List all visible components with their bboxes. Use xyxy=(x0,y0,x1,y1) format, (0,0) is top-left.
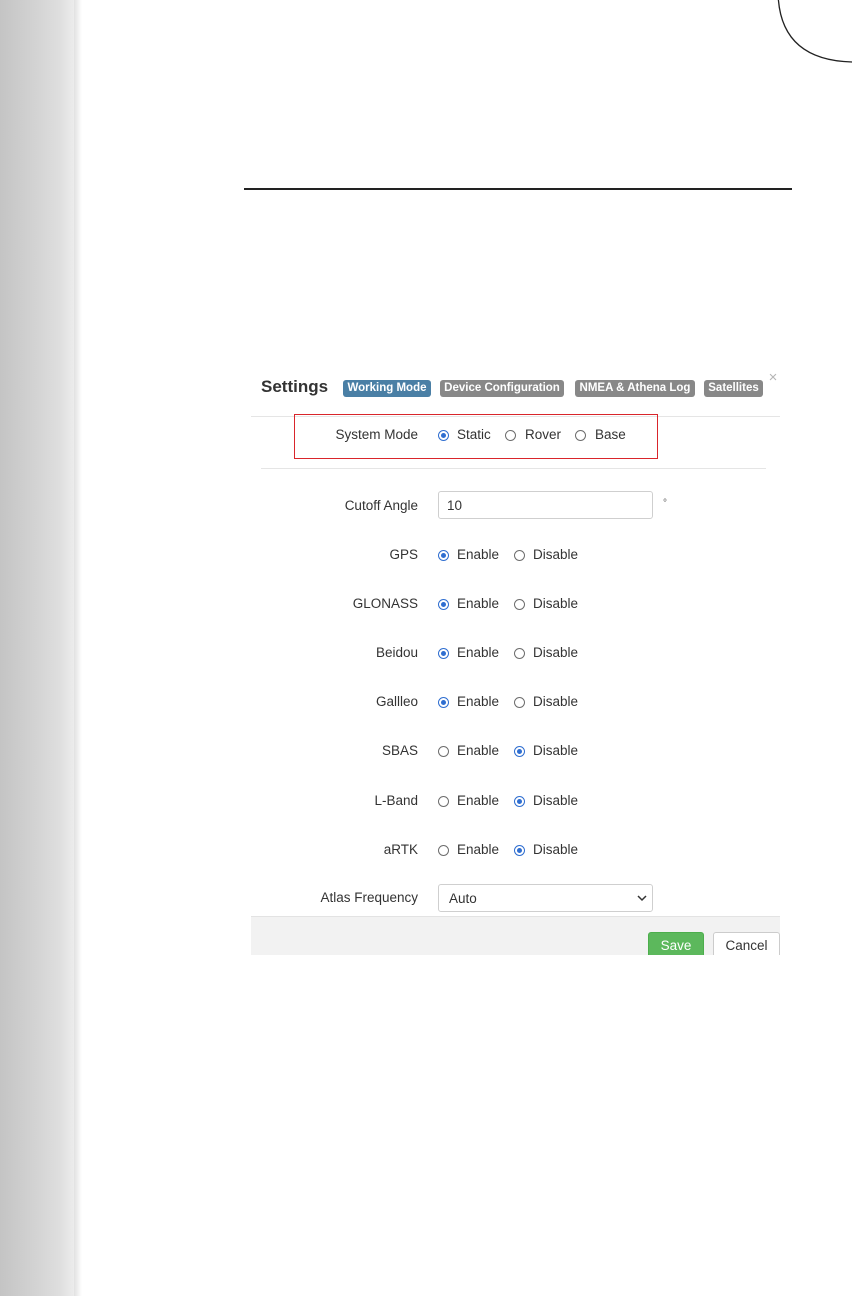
settings-dialog: Settings Working Mode Device Configurati… xyxy=(251,368,780,955)
enable-option-label: Enable xyxy=(457,792,500,808)
enable-radio[interactable] xyxy=(438,550,449,561)
dialog-footer: Save Cancel xyxy=(251,916,780,955)
enable-radio[interactable] xyxy=(438,844,449,856)
system-mode-option-rover: Rover xyxy=(525,427,562,442)
tab-nmea-athena-log[interactable]: NMEA & Athena Log xyxy=(575,380,695,397)
system-mode-radio-base[interactable] xyxy=(575,430,586,441)
dialog-header: Settings Working Mode Device Configurati… xyxy=(251,368,780,417)
disable-option-label: Disable xyxy=(533,841,579,857)
cutoff-angle-label: Cutoff Angle xyxy=(344,498,418,513)
disable-radio[interactable] xyxy=(514,599,525,611)
dialog-title: Settings xyxy=(261,377,329,396)
system-mode-option-base: Base xyxy=(595,427,626,442)
system-mode-radio-rover[interactable] xyxy=(505,430,516,441)
atlas-frequency-label: Atlas Frequency xyxy=(320,890,418,905)
constellation-label: Gallleo xyxy=(375,694,418,710)
enable-option-label: Enable xyxy=(457,841,500,857)
enable-radio[interactable] xyxy=(438,795,449,807)
system-mode-option-static: Static xyxy=(457,427,491,442)
enable-option-label: Enable xyxy=(457,596,500,612)
constellation-label: GLONASS xyxy=(352,596,418,612)
save-button[interactable]: Save xyxy=(648,932,704,955)
page-margin-shading xyxy=(0,0,82,1296)
close-icon[interactable]: × xyxy=(766,370,780,386)
enable-option-label: Enable xyxy=(457,694,500,710)
disable-option-label: Disable xyxy=(533,792,579,808)
disable-radio[interactable] xyxy=(514,550,525,561)
constellation-label: L-Band xyxy=(374,792,418,808)
system-mode-radio-static[interactable] xyxy=(438,430,449,441)
disable-radio[interactable] xyxy=(514,844,525,856)
tab-device-configuration[interactable]: Device Configuration xyxy=(440,380,564,397)
disable-radio[interactable] xyxy=(514,746,525,758)
atlas-frequency-select[interactable]: Auto xyxy=(438,884,653,912)
enable-radio[interactable] xyxy=(438,599,449,611)
constellation-label: GPS xyxy=(389,547,418,562)
tab-working-mode[interactable]: Working Mode xyxy=(343,380,431,397)
disable-option-label: Disable xyxy=(533,743,579,759)
disable-option-label: Disable xyxy=(533,596,579,612)
header-rule xyxy=(244,188,792,190)
cancel-button[interactable]: Cancel xyxy=(713,932,780,955)
enable-option-label: Enable xyxy=(457,743,500,759)
constellation-label: Beidou xyxy=(375,645,418,661)
enable-option-label: Enable xyxy=(457,547,500,562)
disable-option-label: Disable xyxy=(533,694,579,710)
enable-option-label: Enable xyxy=(457,645,500,661)
disable-radio[interactable] xyxy=(514,697,525,709)
disable-radio[interactable] xyxy=(514,648,525,660)
enable-radio[interactable] xyxy=(438,648,449,660)
disable-radio[interactable] xyxy=(514,795,525,807)
atlas-frequency-value: Auto xyxy=(449,891,477,906)
degree-unit: ° xyxy=(663,498,667,509)
constellation-label: SBAS xyxy=(381,743,418,759)
enable-radio[interactable] xyxy=(438,746,449,758)
disable-option-label: Disable xyxy=(533,645,579,661)
constellation-label: aRTK xyxy=(383,841,418,857)
page-edge-arc xyxy=(777,0,853,63)
disable-option-label: Disable xyxy=(533,547,579,562)
tab-satellites[interactable]: Satellites xyxy=(704,380,763,397)
system-mode-label: System Mode xyxy=(335,427,418,442)
chevron-down-icon xyxy=(637,895,647,902)
enable-radio[interactable] xyxy=(438,697,449,709)
cutoff-angle-input[interactable] xyxy=(438,491,653,519)
section-divider xyxy=(261,468,766,469)
